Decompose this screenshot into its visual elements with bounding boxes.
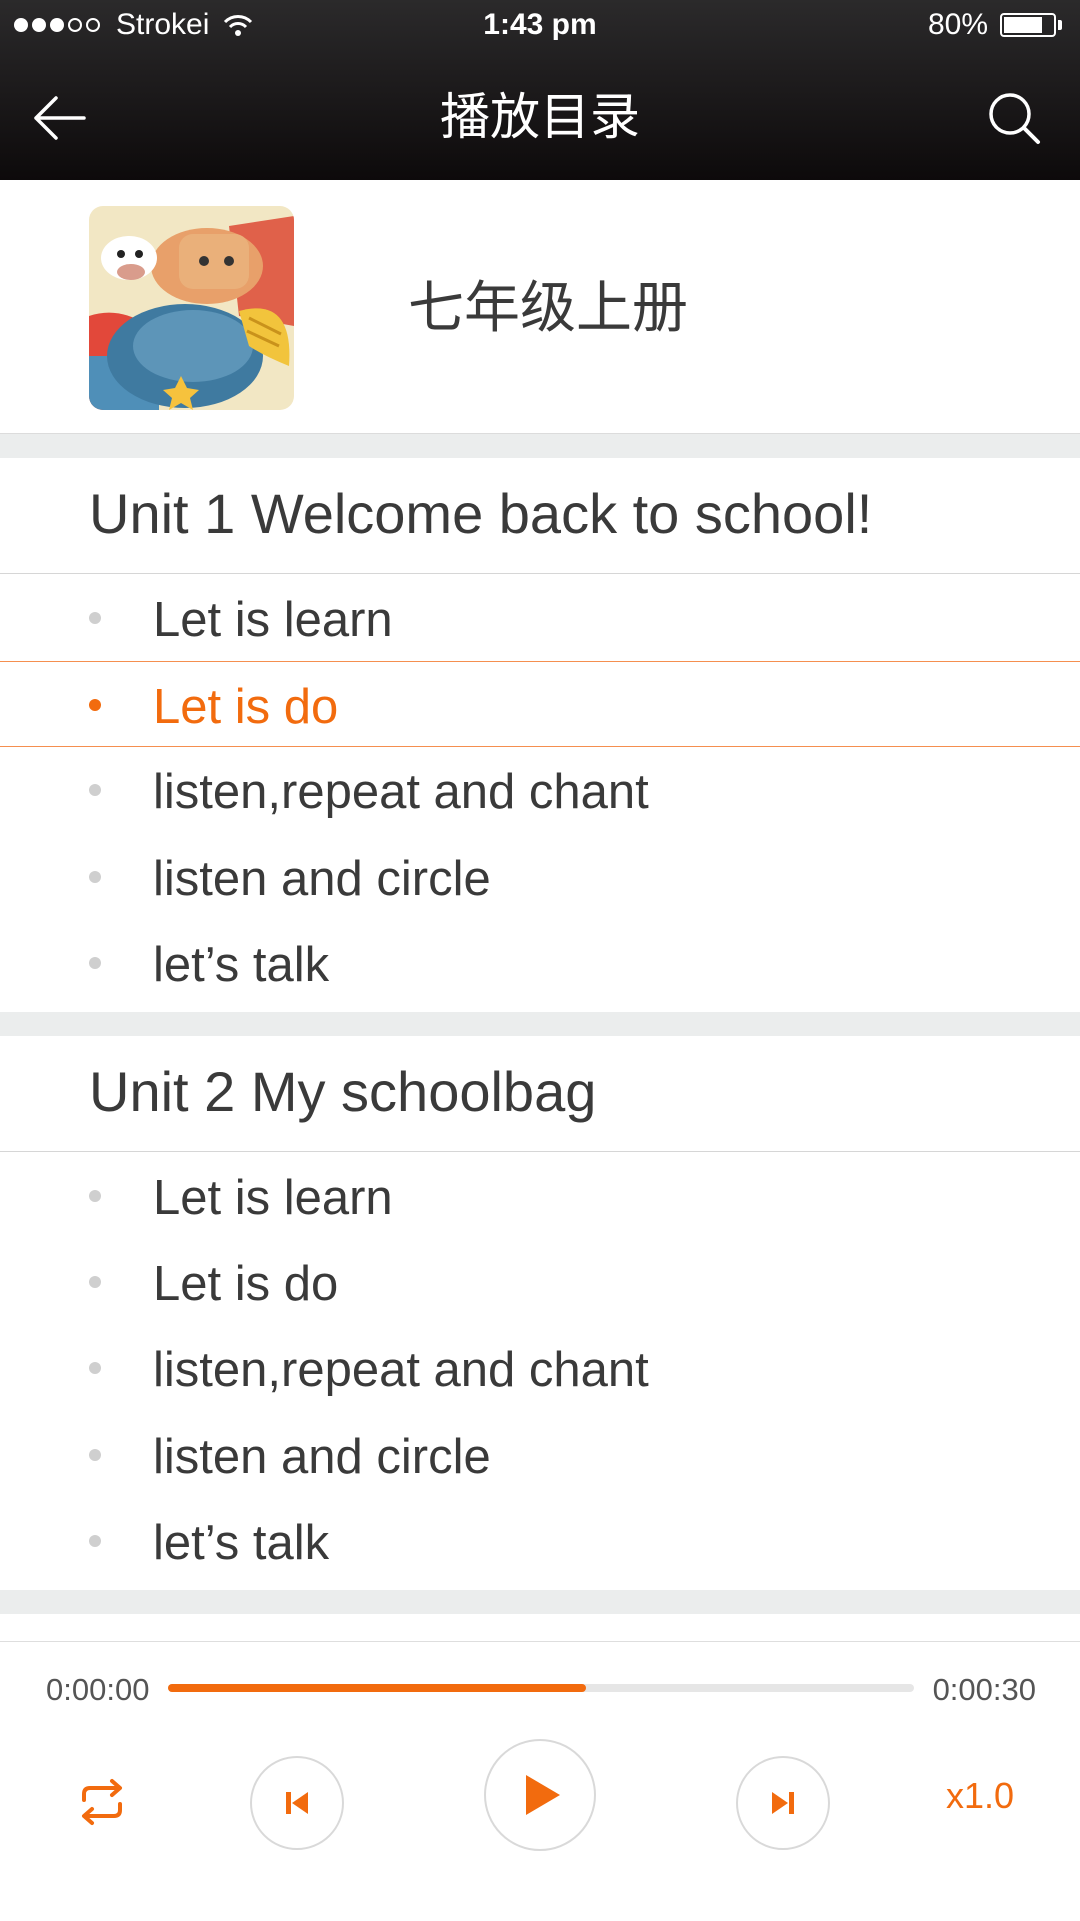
track-bullet-icon xyxy=(89,1276,101,1288)
section-divider xyxy=(0,1012,1080,1036)
status-time: 1:43 pm xyxy=(483,8,597,41)
album-cover-image xyxy=(89,206,294,410)
track-bullet-icon xyxy=(89,1449,101,1461)
track-bullet-icon xyxy=(89,1190,101,1202)
track-label: listen and circle xyxy=(153,1430,491,1484)
page-title: 播放目录 xyxy=(440,89,640,145)
play-icon xyxy=(526,1775,560,1815)
progress-bar[interactable] xyxy=(168,1684,914,1692)
total-time: 0:00:30 xyxy=(932,1672,1036,1707)
unit-header[interactable]: Unit 1 Welcome back to school! xyxy=(0,458,1080,574)
repeat-icon xyxy=(82,1779,122,1825)
unit-title: Unit 1 Welcome back to school! xyxy=(89,482,873,545)
track-bullet-icon xyxy=(89,1362,101,1374)
previous-icon xyxy=(286,1792,308,1814)
track-label: Let is learn xyxy=(153,1171,393,1225)
track-item[interactable]: Let is do xyxy=(0,1239,1080,1325)
track-label: listen,repeat and chant xyxy=(153,765,649,819)
track-label: let’s talk xyxy=(153,938,330,992)
track-label: Let is do xyxy=(153,1257,339,1311)
track-bullet-icon xyxy=(89,1535,101,1547)
track-item-active[interactable]: Let is do xyxy=(0,661,1080,747)
progress-fill xyxy=(168,1684,586,1692)
track-label: listen,repeat and chant xyxy=(153,1343,649,1397)
track-item[interactable]: listen and circle xyxy=(0,834,1080,920)
top-bar: Strokei 1:43 pm 80% 播放目录 xyxy=(0,0,1080,180)
section-divider xyxy=(0,434,1080,458)
search-button[interactable] xyxy=(984,88,1044,148)
section-divider xyxy=(0,1590,1080,1614)
track-bullet-icon xyxy=(89,871,101,883)
battery-indicator: 80% xyxy=(928,8,1062,42)
track-bullet-icon xyxy=(89,699,101,711)
track-bullet-icon xyxy=(89,612,101,624)
track-item[interactable]: let’s talk xyxy=(0,1498,1080,1584)
previous-button[interactable] xyxy=(250,1756,344,1850)
search-icon xyxy=(989,93,1040,144)
play-button[interactable] xyxy=(484,1739,596,1851)
album-header: 七年级上册 xyxy=(0,180,1080,434)
track-item[interactable]: Let is learn xyxy=(0,575,1080,661)
track-bullet-icon xyxy=(89,784,101,796)
next-button[interactable] xyxy=(736,1756,830,1850)
status-bar: Strokei 1:43 pm 80% xyxy=(0,0,1080,52)
album-title: 七年级上册 xyxy=(408,276,688,339)
track-label: Let is do xyxy=(153,680,339,734)
repeat-button[interactable] xyxy=(72,1772,132,1832)
track-item[interactable]: Let is learn xyxy=(0,1153,1080,1239)
track-item[interactable]: let’s talk xyxy=(0,920,1080,1006)
track-item[interactable]: listen,repeat and chant xyxy=(0,1325,1080,1411)
playback-speed-button[interactable]: x1.0 xyxy=(930,1775,1030,1817)
battery-icon xyxy=(1000,13,1056,37)
current-time: 0:00:00 xyxy=(46,1672,150,1707)
track-label: listen and circle xyxy=(153,852,491,906)
track-label: let’s talk xyxy=(153,1516,330,1570)
track-bullet-icon xyxy=(89,957,101,969)
unit-header[interactable]: Unit 2 My schoolbag xyxy=(0,1036,1080,1152)
track-item[interactable]: listen,repeat and chant xyxy=(0,747,1080,833)
track-label: Let is learn xyxy=(153,593,393,647)
battery-percent: 80% xyxy=(927,8,988,41)
unit-title: Unit 2 My schoolbag xyxy=(89,1060,597,1123)
next-icon xyxy=(772,1792,794,1814)
track-item[interactable]: listen and circle xyxy=(0,1412,1080,1498)
audio-player: 0:00:00 0:00:30 x1.0 xyxy=(0,1641,1080,1921)
